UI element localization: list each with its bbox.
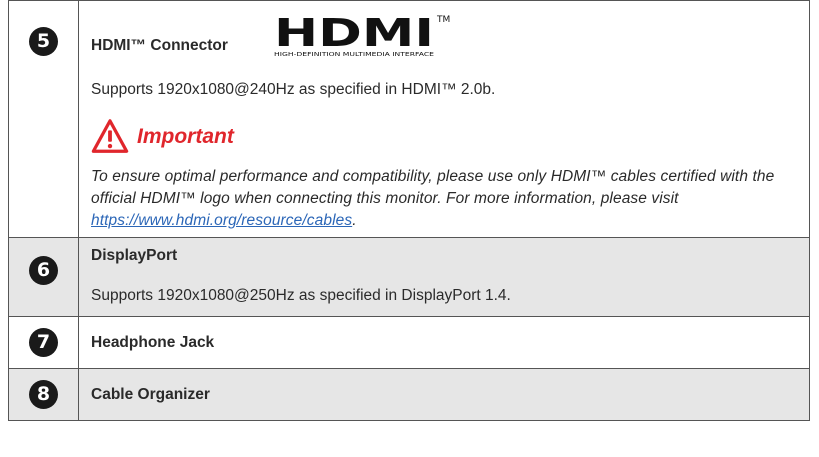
item-number-badge: 7: [29, 328, 58, 357]
hdmi-logo: HDMI TM HIGH-DEFINITION MULTIMEDIA INTER…: [274, 12, 450, 58]
warning-icon: [91, 119, 129, 153]
hdmi-logo-text: HDMI: [274, 12, 434, 55]
number-cell: 5: [8, 0, 79, 238]
item-title: Headphone Jack: [91, 334, 215, 351]
hdmi-cables-link[interactable]: https://www.hdmi.org/resource/cables: [91, 212, 352, 229]
important-note: To ensure optimal performance and compat…: [91, 166, 799, 237]
item-number-badge: 8: [29, 380, 58, 409]
item-number-badge: 6: [29, 256, 58, 285]
important-notice: Important: [91, 114, 799, 160]
table-row: 8 Cable Organizer: [8, 368, 810, 421]
table-row: 5 HDMI™ Connector HDMI TM HIGH-DEFINITIO…: [8, 0, 810, 238]
description-cell: DisplayPort Supports 1920x1080@250Hz as …: [78, 237, 810, 317]
spec-table: 5 HDMI™ Connector HDMI TM HIGH-DEFINITIO…: [8, 0, 810, 421]
description-cell: HDMI™ Connector HDMI TM HIGH-DEFINITION …: [78, 0, 810, 238]
description-cell: Cable Organizer: [78, 368, 810, 421]
table-row: 7 Headphone Jack: [8, 316, 810, 369]
item-number-badge: 5: [29, 27, 58, 56]
item-title: HDMI™ Connector: [91, 37, 228, 54]
table-row: 6 DisplayPort Supports 1920x1080@250Hz a…: [8, 237, 810, 317]
number-cell: 7: [8, 316, 79, 369]
number-cell: 8: [8, 368, 79, 421]
item-description: Supports 1920x1080@240Hz as specified in…: [91, 81, 496, 98]
hdmi-logo-trademark: TM: [436, 15, 450, 25]
description-cell: Headphone Jack: [78, 316, 810, 369]
note-text: To ensure optimal performance and compat…: [91, 168, 775, 207]
item-title: DisplayPort: [91, 247, 178, 264]
item-description: Supports 1920x1080@250Hz as specified in…: [91, 287, 511, 304]
important-label: Important: [137, 125, 234, 148]
item-title: Cable Organizer: [91, 386, 210, 403]
note-end: .: [352, 212, 357, 229]
number-cell: 6: [8, 237, 79, 317]
hdmi-logo-tagline: HIGH-DEFINITION MULTIMEDIA INTERFACE: [274, 52, 435, 58]
